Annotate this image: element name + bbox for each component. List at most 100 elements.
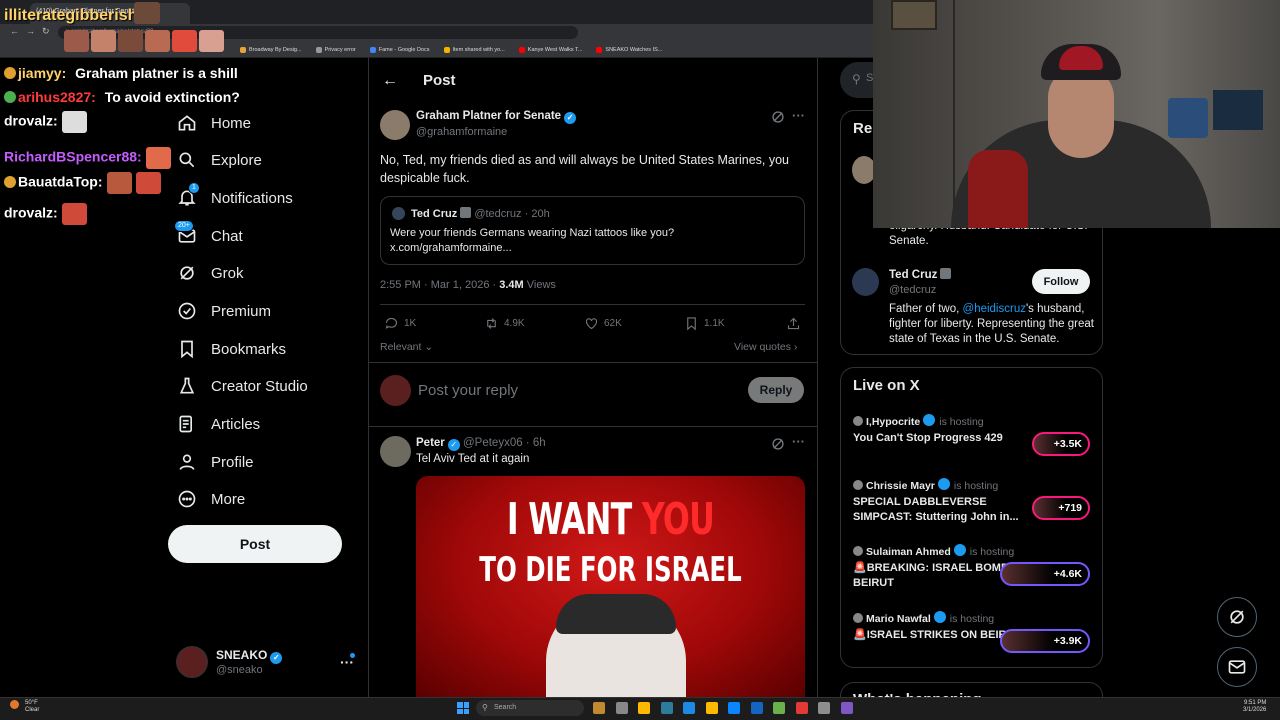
live-host[interactable]: Mario Nawfal is hosting — [853, 610, 994, 625]
grok-icon[interactable] — [771, 437, 785, 451]
sidebar-item-premium[interactable]: Premium — [176, 292, 271, 330]
bookmark-favicon — [518, 46, 525, 53]
grok-icon[interactable] — [771, 110, 785, 124]
bookmark-item[interactable]: SNEAKO Watches IS... — [596, 46, 662, 53]
live-host[interactable]: Chrissie Mayr is hosting — [853, 477, 998, 492]
taskbar-app-icon[interactable] — [840, 702, 853, 714]
sidebar-item-home[interactable]: Home — [176, 104, 251, 142]
reply-more-icon[interactable]: ··· — [792, 434, 805, 449]
search-icon: ⚲ — [852, 72, 861, 86]
live-host[interactable]: I,Hypocrite is hosting — [853, 413, 984, 428]
bookmark-action[interactable]: 1.1K — [684, 316, 725, 331]
listener-count-pill[interactable]: +3.9K — [1000, 629, 1090, 653]
account-avatar[interactable] — [176, 646, 208, 678]
sidebar-item-explore[interactable]: Explore — [176, 141, 262, 179]
reply-avatar — [380, 375, 411, 406]
emote-image — [118, 30, 143, 52]
view-quotes-link[interactable]: View quotes › — [734, 341, 797, 353]
post-button[interactable]: Post — [168, 525, 342, 563]
chat-message: BauatdaTop: — [4, 172, 161, 194]
taskbar-app-icon[interactable] — [638, 702, 650, 714]
grok-icon — [176, 262, 198, 284]
cruz-avatar[interactable] — [852, 268, 879, 296]
bookmark-favicon — [240, 46, 246, 53]
tweet-author[interactable]: Graham Platner for Senate ✓ — [416, 110, 577, 124]
chat-message: arihus2827: To avoid extinction? — [4, 89, 240, 105]
back-icon[interactable]: ← — [10, 26, 19, 36]
bookmark-item[interactable]: Item shared with yo... — [443, 46, 505, 53]
reply-action[interactable]: 1K — [384, 316, 416, 331]
back-arrow-icon[interactable]: ← — [382, 72, 398, 90]
follow-button[interactable]: Follow — [1032, 269, 1090, 294]
live-host[interactable]: Sulaiman Ahmed is hosting — [853, 543, 1014, 558]
repost-action[interactable]: 4.9K — [484, 316, 525, 331]
premium-icon — [176, 300, 198, 322]
tweet-more-icon[interactable]: ··· — [792, 108, 805, 123]
search-icon: ⚲ — [482, 703, 488, 712]
taskbar-app-icon[interactable] — [795, 702, 808, 714]
wall-frame — [891, 0, 937, 30]
sidebar-item-notifications[interactable]: 1 Notifications — [176, 179, 293, 217]
live-title[interactable]: You Can't Stop Progress 429 — [853, 431, 1033, 446]
notification-badge: 1 — [188, 182, 200, 194]
sidebar-item-chat[interactable]: 20+ Chat — [174, 217, 243, 255]
listener-count-pill[interactable]: +4.6K — [1000, 562, 1090, 586]
sidebar-item-bookmarks[interactable]: Bookmarks — [176, 330, 286, 368]
bookmark-item[interactable]: Kanye West Walks T... — [518, 46, 582, 53]
search-box[interactable]: ⚲ S — [840, 62, 874, 98]
live-heading: Live on X — [853, 377, 920, 394]
reply-button[interactable]: Reply — [748, 377, 804, 403]
sidebar-item-profile[interactable]: Profile — [176, 443, 254, 481]
chat-badge-icon — [4, 67, 16, 79]
taskbar-app-icon[interactable] — [660, 702, 673, 714]
cruz-name[interactable]: Ted Cruz — [889, 268, 952, 281]
listener-count-pill[interactable]: +3.5K — [1032, 432, 1090, 456]
taskbar-app-icon[interactable] — [773, 702, 785, 714]
sidebar-item-grok[interactable]: Grok — [176, 254, 244, 292]
taskbar-app-icon[interactable] — [750, 702, 763, 714]
taskbar-app-icon[interactable] — [705, 702, 718, 714]
taskbar-app-icon[interactable] — [818, 702, 830, 714]
share-icon[interactable] — [786, 316, 801, 331]
taskbar-app-icon[interactable] — [683, 702, 695, 714]
bookmark-icon — [176, 338, 198, 360]
flask-icon — [176, 375, 198, 397]
like-action[interactable]: 62K — [584, 316, 622, 331]
chat-username: arihus2827: — [18, 89, 96, 105]
listener-count: +719 — [1058, 502, 1082, 514]
hosting-label: is hosting — [949, 613, 995, 625]
weather-widget[interactable]: 50°F Clear — [25, 700, 39, 714]
listener-count-pill[interactable]: +719 — [1032, 496, 1090, 520]
sort-dropdown[interactable]: Relevant ⌄ — [380, 341, 433, 353]
taskbar-app-icon[interactable] — [615, 702, 628, 714]
sidebar-item-more[interactable]: More — [176, 480, 245, 518]
sidebar-item-creator-studio[interactable]: Creator Studio — [176, 367, 308, 405]
webcam-overlay — [873, 0, 1280, 228]
poster-figure-hair — [556, 594, 676, 634]
messages-fab[interactable] — [1217, 647, 1257, 687]
start-button[interactable] — [457, 702, 469, 714]
reply-author-avatar[interactable] — [380, 436, 411, 467]
sidebar-item-articles[interactable]: Articles — [176, 405, 260, 443]
chat-top-username: illiterategibberish: — [4, 7, 143, 24]
taskbar-search[interactable]: ⚲ Search — [476, 700, 584, 716]
clock[interactable]: 9:51 PM 3/1/2026 — [1243, 700, 1266, 714]
forward-icon[interactable]: → — [26, 26, 35, 36]
bookmark-item[interactable]: Fame - Google Docs — [369, 46, 430, 53]
bookmark-item[interactable]: Broadway By Desig... — [240, 46, 302, 53]
bookmark-item[interactable]: Privacy error — [315, 46, 356, 53]
reload-icon[interactable]: ↻ — [42, 26, 50, 37]
live-title[interactable]: SPECIAL DABBLEVERSE SIMPCAST: Stuttering… — [853, 495, 1033, 525]
host-avatar — [853, 613, 863, 623]
taskbar-app-icon[interactable] — [728, 702, 740, 714]
reply-input[interactable]: Post your reply — [418, 382, 518, 399]
grok-fab[interactable] — [1217, 597, 1257, 637]
article-icon — [176, 413, 198, 435]
tweet-handle[interactable]: @grahamformaine — [416, 126, 507, 138]
verified-icon — [923, 414, 936, 426]
cruz-handle: @tedcruz — [889, 284, 937, 296]
reply-image[interactable]: I WANT YOU TO DIE FOR ISRAEL — [416, 476, 805, 697]
author-avatar[interactable] — [380, 110, 410, 140]
taskbar-app-icon[interactable] — [593, 702, 605, 714]
notification-badge: 20+ — [174, 220, 194, 232]
